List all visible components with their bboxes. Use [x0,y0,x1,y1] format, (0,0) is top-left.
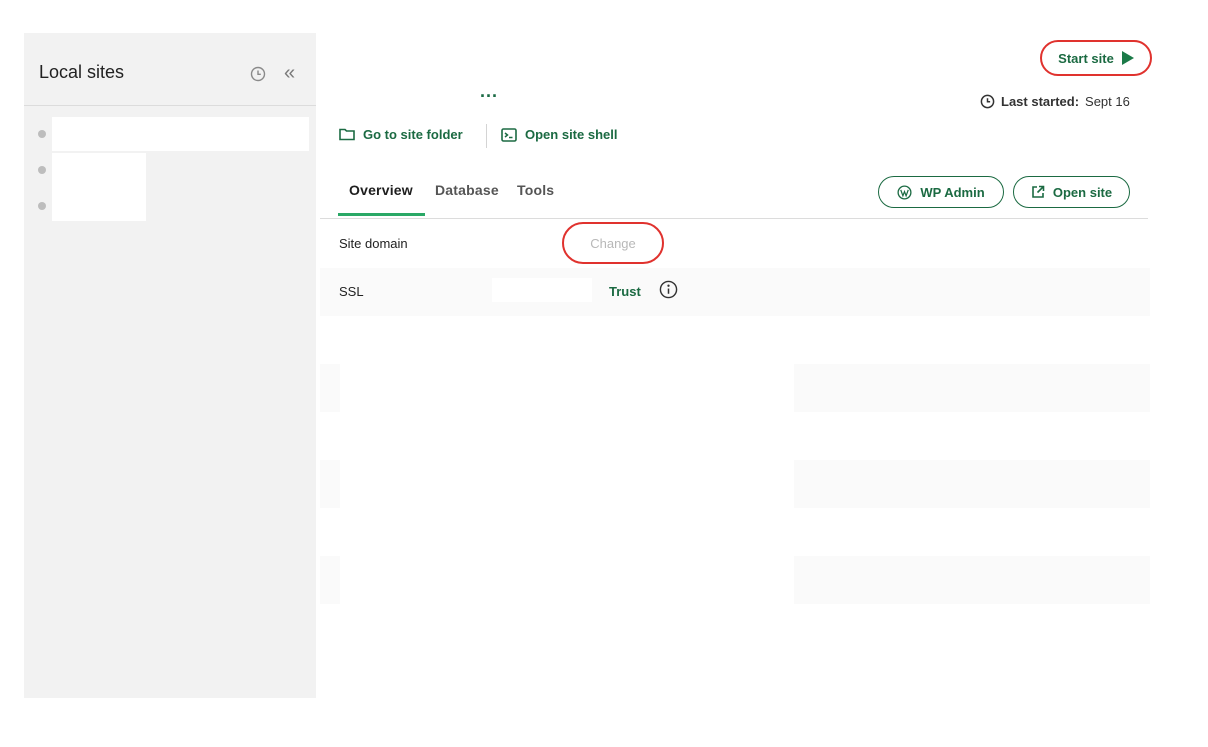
open-site-button[interactable]: Open site [1013,176,1130,208]
start-site-label: Start site [1058,50,1114,66]
wp-admin-button[interactable]: WP Admin [878,176,1004,208]
placeholder-band [794,364,1150,412]
sidebar-title: Local sites [39,62,125,82]
site-status-dot [38,130,46,138]
active-tab-indicator [338,213,425,216]
placeholder-band [320,460,340,508]
play-icon [1121,51,1134,65]
site-domain-label: Site domain [339,236,408,251]
change-label: Change [590,235,636,251]
last-started-label: Last started: [1001,94,1080,109]
collapse-sidebar-icon[interactable]: « [284,63,295,83]
last-started-value: Sept 16 [1085,94,1130,109]
placeholder-band [794,556,1150,604]
terminal-icon [501,127,517,142]
ssl-label: SSL [339,284,364,299]
folder-icon [339,128,355,141]
site-list-item[interactable] [24,189,146,225]
sidebar-header: Local sites « [24,33,316,106]
tab-database[interactable]: Database [435,182,499,198]
wordpress-icon [897,184,912,200]
site-list-item[interactable] [24,117,309,153]
go-to-site-folder-link[interactable]: Go to site folder [339,127,463,142]
placeholder-band [320,556,340,604]
trust-link[interactable]: Trust [609,284,641,299]
site-status-dot [38,202,46,210]
tab-overview[interactable]: Overview [349,182,413,198]
clock-icon [980,94,995,109]
ssl-value [492,278,592,302]
ssl-row [320,268,1150,316]
sidebar: Local sites « [24,33,316,698]
info-icon[interactable] [659,280,678,299]
placeholder-band [794,460,1150,508]
change-domain-button[interactable]: Change [562,222,664,264]
last-started-info: Last started: Sept 16 [980,94,1130,109]
site-status-dot [38,166,46,174]
site-list-item[interactable] [24,153,146,221]
go-to-site-folder-label: Go to site folder [363,127,463,142]
start-site-button[interactable]: Start site [1040,40,1152,76]
external-link-icon [1032,185,1045,198]
wp-admin-label: WP Admin [920,184,985,200]
tab-tools[interactable]: Tools [517,182,554,198]
site-name-block [52,117,309,151]
open-site-shell-label: Open site shell [525,127,618,142]
placeholder-band [320,364,340,412]
clock-icon[interactable] [250,66,266,82]
open-site-label: Open site [1052,184,1113,200]
action-divider [486,124,487,148]
more-options-icon[interactable]: ... [480,82,498,100]
open-site-shell-link[interactable]: Open site shell [501,127,617,142]
